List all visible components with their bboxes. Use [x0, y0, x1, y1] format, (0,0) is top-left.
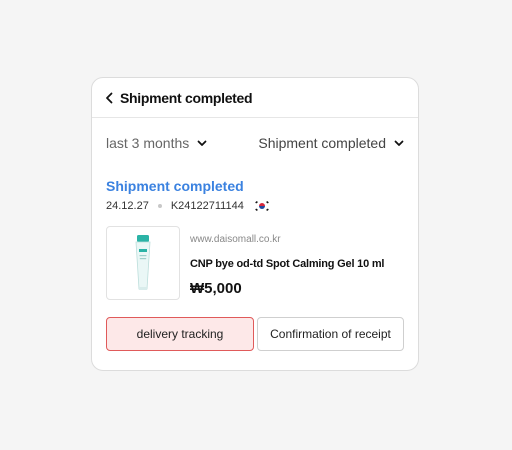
product-row: www.daisomall.co.kr CNP bye od-td Spot C…: [106, 226, 404, 300]
confirm-receipt-button[interactable]: Confirmation of receipt: [257, 317, 404, 351]
order-number: K24122711144: [170, 200, 244, 212]
chevron-down-icon: [197, 140, 207, 147]
product-tube-image: [135, 235, 151, 290]
status-dropdown-label: Shipment completed: [258, 135, 386, 151]
chevron-down-icon: [394, 140, 404, 147]
shop-url: www.daisomall.co.kr: [190, 234, 281, 245]
product-name[interactable]: CNP bye od-td Spot Calming Gel 10 ml: [190, 258, 384, 270]
chevron-left-icon: [105, 92, 112, 103]
product-price: ₩5,000: [190, 280, 242, 297]
south-korea-flag-icon: [253, 200, 270, 212]
period-dropdown[interactable]: last 3 months: [106, 135, 207, 151]
order-status: Shipment completed: [106, 178, 244, 194]
period-dropdown-label: last 3 months: [106, 135, 190, 151]
action-buttons: delivery tracking Confirmation of receip…: [106, 317, 404, 351]
order-date: 24.12.27: [106, 200, 149, 212]
status-dropdown[interactable]: Shipment completed: [258, 135, 404, 151]
top-bar: Shipment completed: [92, 78, 418, 118]
order-meta: 24.12.27 K24122711144: [106, 200, 270, 212]
separator-dot: [157, 204, 162, 208]
product-info: www.daisomall.co.kr CNP bye od-td Spot C…: [190, 226, 384, 300]
filter-row: last 3 months Shipment completed: [106, 135, 404, 151]
order-card: Shipment completed last 3 months Shipmen…: [91, 77, 419, 371]
back-button[interactable]: [100, 87, 118, 109]
page-title: Shipment completed: [120, 89, 253, 106]
product-thumbnail[interactable]: [106, 226, 180, 300]
delivery-tracking-button[interactable]: delivery tracking: [106, 317, 254, 351]
